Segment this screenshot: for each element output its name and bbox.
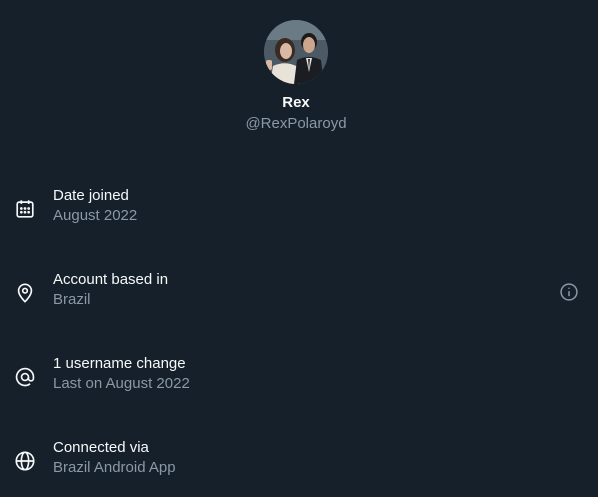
detail-value: Last on August 2022 <box>53 375 190 392</box>
at-sign-icon <box>14 366 36 388</box>
detail-row-connected-via: Connected via Brazil Android App <box>0 438 598 494</box>
profile-name: Rex <box>282 94 310 111</box>
info-icon <box>560 283 578 301</box>
detail-row-username-change: 1 username change Last on August 2022 <box>0 354 598 410</box>
avatar-photo <box>264 20 328 84</box>
profile-handle: @RexPolaroyd <box>245 115 347 132</box>
detail-title: Account based in <box>53 271 169 288</box>
detail-title: 1 username change <box>53 355 186 372</box>
info-button[interactable] <box>559 282 579 302</box>
detail-title: Connected via <box>53 439 149 456</box>
detail-row-date-joined: Date joined August 2022 <box>0 186 598 242</box>
detail-value: Brazil Android App <box>53 459 176 476</box>
location-pin-icon <box>14 282 36 304</box>
detail-row-account-based-in: Account based in Brazil <box>0 270 598 326</box>
detail-value: Brazil <box>53 291 91 308</box>
profile-avatar[interactable] <box>264 20 328 84</box>
calendar-icon <box>14 198 36 220</box>
globe-icon <box>14 450 36 472</box>
detail-title: Date joined <box>53 187 129 204</box>
detail-value: August 2022 <box>53 207 138 224</box>
